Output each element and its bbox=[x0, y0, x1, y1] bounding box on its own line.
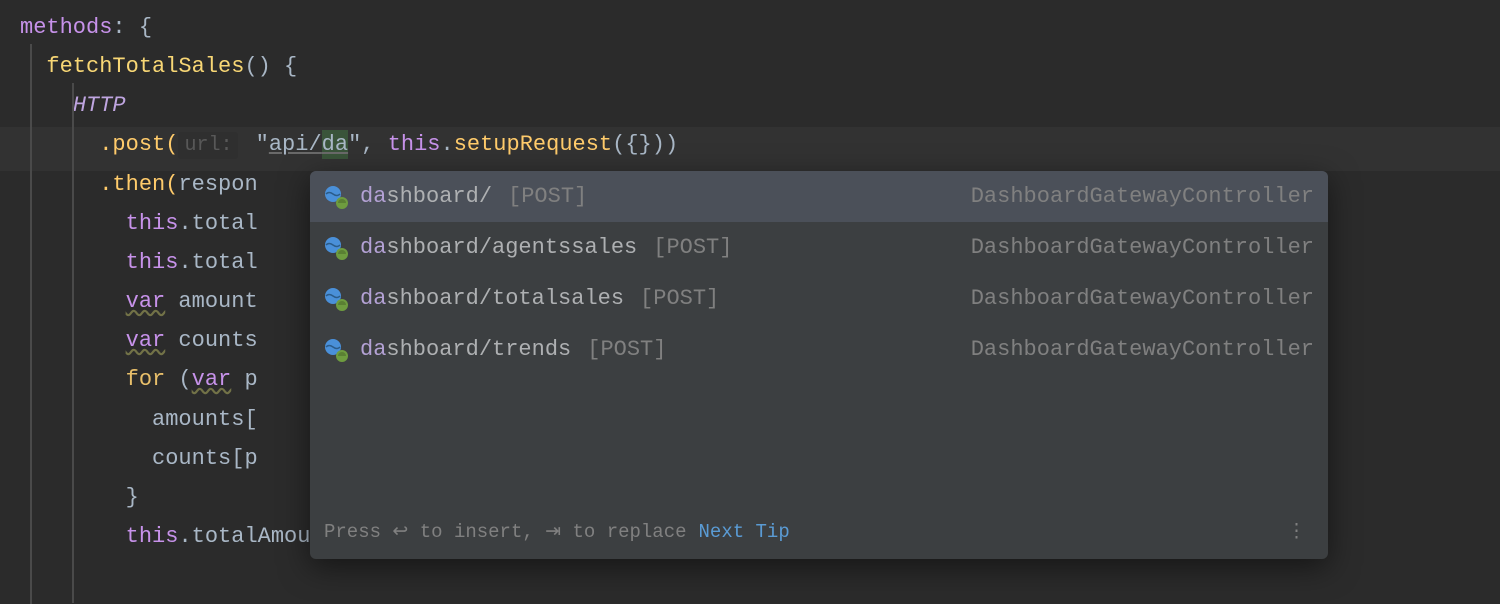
autocomplete-label: dashboard/agentssales bbox=[360, 228, 637, 267]
autocomplete-footer: Press ↩ to insert, ⇥ to replace Next Tip… bbox=[310, 506, 1328, 560]
string-quote-open: " bbox=[242, 132, 268, 157]
respon-partial: respon bbox=[178, 172, 257, 197]
comma: , bbox=[361, 132, 387, 157]
autocomplete-item-1[interactable]: dashboard/agentssales [POST] DashboardGa… bbox=[310, 222, 1328, 273]
var-kw: var bbox=[126, 289, 166, 314]
var-kw: var bbox=[126, 328, 166, 353]
brace: { bbox=[271, 54, 297, 79]
open-paren: ( bbox=[165, 367, 191, 392]
total-partial: total bbox=[192, 211, 258, 236]
code-line-2[interactable]: fetchTotalSales() { bbox=[0, 47, 1500, 86]
http-object: HTTP bbox=[73, 93, 126, 118]
controller-name: DashboardGatewayController bbox=[971, 330, 1314, 369]
globe-icon bbox=[324, 185, 348, 209]
tab-key-icon: ⇥ bbox=[545, 521, 561, 543]
this-kw: this bbox=[126, 524, 179, 549]
code-line-4[interactable]: .post(url: "api/da", this.setupRequest({… bbox=[0, 125, 1500, 164]
next-tip-link[interactable]: Next Tip bbox=[699, 516, 790, 550]
url-prefix: api/ bbox=[269, 132, 322, 157]
autocomplete-item-0[interactable]: dashboard/ [POST] DashboardGatewayContro… bbox=[310, 171, 1328, 222]
footer-hint: Press ↩ to insert, ⇥ to replace bbox=[324, 516, 687, 550]
code-line-1[interactable]: methods: { bbox=[0, 8, 1500, 47]
autocomplete-item-2[interactable]: dashboard/totalsales [POST] DashboardGat… bbox=[310, 273, 1328, 324]
url-typed: da bbox=[322, 130, 348, 159]
close-brace: } bbox=[126, 485, 139, 510]
param-hint-url: url: bbox=[178, 132, 238, 159]
http-method-badge: [POST] bbox=[640, 279, 719, 318]
controller-name: DashboardGatewayController bbox=[971, 279, 1314, 318]
dot: . bbox=[178, 250, 191, 275]
this-kw: this bbox=[388, 132, 441, 157]
keyword-methods: methods bbox=[20, 15, 112, 40]
more-options-icon[interactable]: ⋮ bbox=[1281, 516, 1314, 550]
controller-name: DashboardGatewayController bbox=[971, 228, 1314, 267]
this-kw: this bbox=[126, 211, 179, 236]
autocomplete-popup[interactable]: dashboard/ [POST] DashboardGatewayContro… bbox=[310, 171, 1328, 559]
http-method-badge: [POST] bbox=[587, 330, 666, 369]
amount-var: amount bbox=[165, 289, 257, 314]
globe-icon bbox=[324, 287, 348, 311]
setup-request: setupRequest bbox=[454, 132, 612, 157]
colon-brace: : { bbox=[112, 15, 152, 40]
autocomplete-label: dashboard/ bbox=[360, 177, 492, 216]
dot: . bbox=[178, 524, 191, 549]
autocomplete-label: dashboard/totalsales bbox=[360, 279, 624, 318]
code-line-3[interactable]: HTTP bbox=[0, 86, 1500, 125]
dot: . bbox=[178, 211, 191, 236]
function-name: fetchTotalSales bbox=[46, 54, 244, 79]
for-kw: for bbox=[126, 367, 166, 392]
setup-arg: ({})) bbox=[612, 132, 678, 157]
globe-icon bbox=[324, 236, 348, 260]
http-method-badge: [POST] bbox=[653, 228, 732, 267]
var-kw: var bbox=[192, 367, 232, 392]
dot: . bbox=[441, 132, 454, 157]
controller-name: DashboardGatewayController bbox=[971, 177, 1314, 216]
enter-key-icon: ↩ bbox=[392, 521, 408, 543]
counts-access: counts[p bbox=[152, 446, 258, 471]
this-kw: this bbox=[126, 250, 179, 275]
p-var: p bbox=[231, 367, 257, 392]
then-call: .then( bbox=[99, 172, 178, 197]
globe-icon bbox=[324, 338, 348, 362]
parens: () bbox=[244, 54, 270, 79]
string-quote-close: " bbox=[348, 132, 361, 157]
autocomplete-label: dashboard/trends bbox=[360, 330, 571, 369]
autocomplete-item-3[interactable]: dashboard/trends [POST] DashboardGateway… bbox=[310, 324, 1328, 375]
post-call: .post( bbox=[99, 132, 178, 157]
counts-var: counts bbox=[165, 328, 257, 353]
amounts-access: amounts[ bbox=[152, 407, 258, 432]
http-method-badge: [POST] bbox=[508, 177, 587, 216]
total-partial: total bbox=[192, 250, 258, 275]
